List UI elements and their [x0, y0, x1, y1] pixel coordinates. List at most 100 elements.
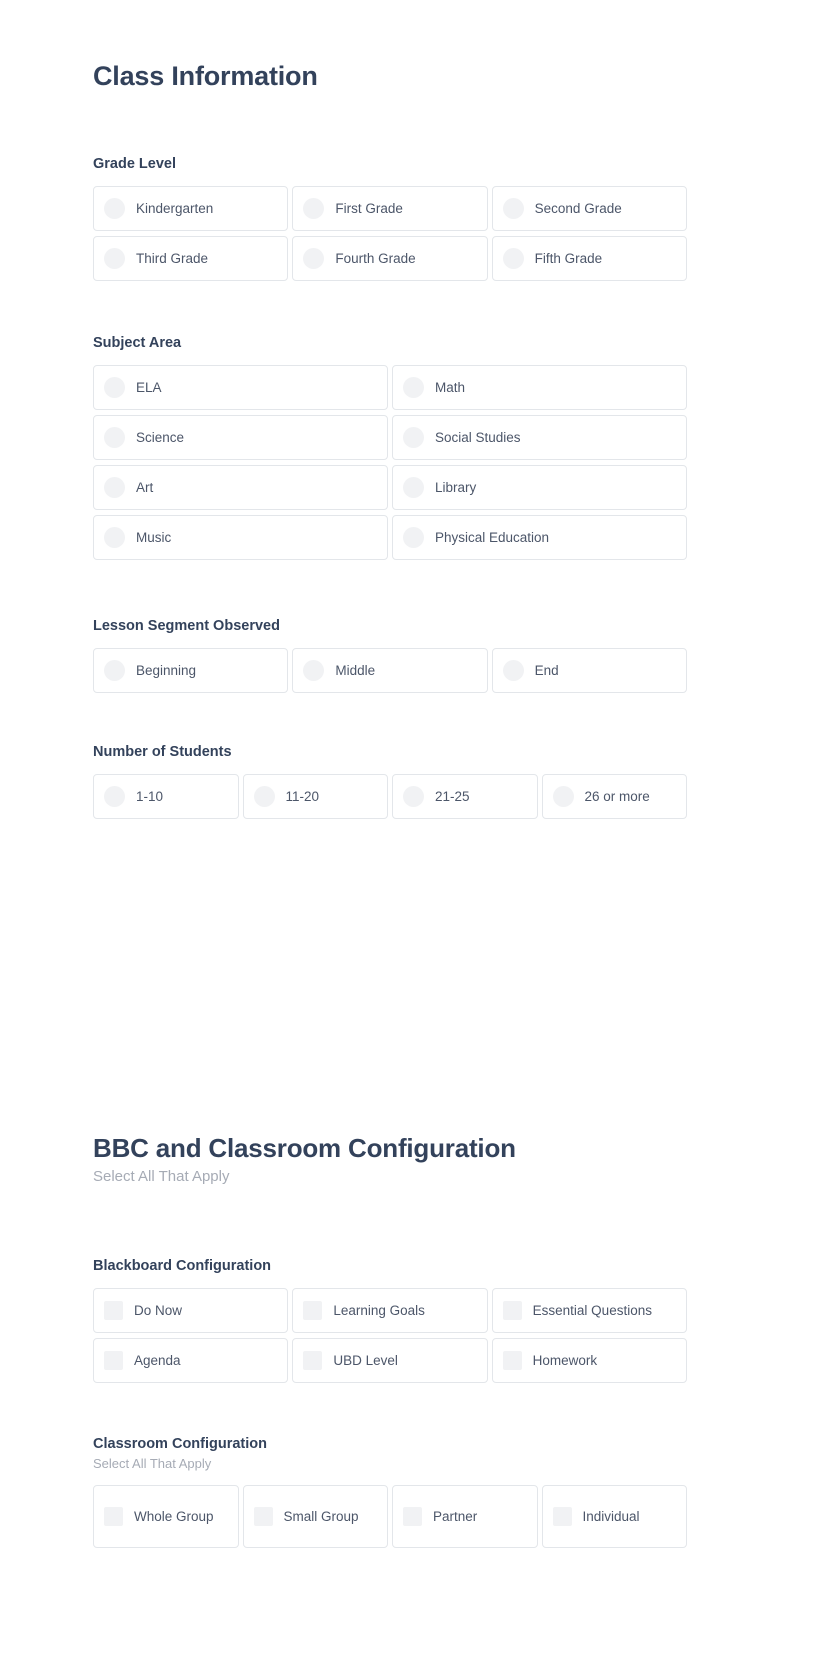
option-small-group[interactable]: Small Group — [242, 1485, 388, 1549]
lesson-segment-label: Lesson Segment Observed — [93, 618, 280, 634]
radio-icon[interactable] — [403, 376, 424, 398]
subject-area-heading: Subject Area — [93, 334, 687, 353]
option-label: Library — [435, 479, 477, 495]
checkbox-icon[interactable] — [502, 1350, 522, 1370]
option-label: 21-25 — [435, 788, 470, 804]
option-library[interactable]: Library — [392, 464, 687, 510]
checkbox-icon[interactable] — [104, 1507, 123, 1527]
radio-icon[interactable] — [104, 197, 125, 219]
option-first-grade[interactable]: First Grade — [292, 185, 488, 231]
class-information-heading-block: Class Information — [93, 60, 318, 92]
option-label: Second Grade — [534, 200, 622, 216]
option-physical-education[interactable]: Physical Education — [392, 514, 687, 560]
option-music[interactable]: Music — [93, 514, 388, 560]
option-agenda[interactable]: Agenda — [93, 1337, 289, 1383]
option-ela[interactable]: ELA — [93, 364, 388, 410]
radio-icon[interactable] — [403, 426, 424, 448]
classroom-configuration-label: Classroom Configuration — [93, 1436, 268, 1452]
option-do-now[interactable]: Do Now — [93, 1287, 289, 1333]
checkbox-icon[interactable] — [253, 1507, 273, 1527]
option-label: Do Now — [134, 1302, 183, 1318]
classroom-configuration-sublabel: Select All That Apply — [93, 1455, 212, 1471]
option-label: Partner — [433, 1508, 478, 1524]
classroom-configuration-options: Whole Group Small Group Partner Individu… — [93, 1485, 687, 1549]
blackboard-configuration-options: Do Now Learning Goals Essential Question… — [93, 1287, 687, 1383]
bbc-section-title: BBC and Classroom Configuration — [93, 1133, 516, 1163]
option-homework[interactable]: Homework — [491, 1337, 687, 1383]
radio-icon[interactable] — [552, 785, 574, 807]
option-science[interactable]: Science — [93, 414, 388, 460]
option-label: Whole Group — [134, 1508, 214, 1524]
radio-icon[interactable] — [303, 197, 325, 219]
option-learning-goals[interactable]: Learning Goals — [292, 1287, 488, 1333]
option-label: Individual — [582, 1508, 640, 1524]
radio-icon[interactable] — [403, 476, 424, 498]
option-label: Physical Education — [435, 529, 550, 545]
checkbox-icon[interactable] — [303, 1300, 323, 1320]
option-individual[interactable]: Individual — [541, 1485, 687, 1549]
checkbox-icon[interactable] — [552, 1507, 572, 1527]
option-fifth-grade[interactable]: Fifth Grade — [491, 235, 687, 281]
radio-icon[interactable] — [502, 197, 524, 219]
option-label: Small Group — [283, 1508, 359, 1524]
radio-icon[interactable] — [403, 526, 424, 548]
number-of-students-options: 1-10 11-20 21-25 26 or more — [93, 773, 687, 819]
lesson-segment-group: Lesson Segment Observed Beginning Middle… — [93, 617, 687, 693]
option-math[interactable]: Math — [392, 364, 687, 410]
form-page: Class Information Grade Level Kindergart… — [0, 0, 840, 1680]
option-label: Music — [136, 529, 172, 545]
grade-level-group: Grade Level Kindergarten First Grade Sec… — [93, 155, 687, 281]
option-label: 26 or more — [584, 788, 650, 804]
radio-icon[interactable] — [502, 247, 524, 269]
subject-area-label: Subject Area — [93, 335, 182, 351]
option-label: Beginning — [136, 662, 197, 678]
option-label: ELA — [136, 379, 162, 395]
subject-area-group: Subject Area ELA Math Science Social Stu… — [93, 334, 687, 560]
option-social-studies[interactable]: Social Studies — [392, 414, 687, 460]
option-essential-questions[interactable]: Essential Questions — [491, 1287, 687, 1333]
radio-icon[interactable] — [253, 785, 275, 807]
subject-area-options: ELA Math Science Social Studies Art Libr… — [93, 364, 687, 560]
option-label: Agenda — [134, 1352, 181, 1368]
option-label: Homework — [532, 1352, 598, 1368]
grade-level-options: Kindergarten First Grade Second Grade Th… — [93, 185, 687, 281]
option-ubd-level[interactable]: UBD Level — [292, 1337, 488, 1383]
radio-icon[interactable] — [104, 376, 125, 398]
radio-icon[interactable] — [104, 426, 125, 448]
radio-icon[interactable] — [104, 785, 125, 807]
option-middle[interactable]: Middle — [292, 647, 488, 693]
option-label: 1-10 — [136, 788, 164, 804]
option-art[interactable]: Art — [93, 464, 388, 510]
checkbox-icon[interactable] — [502, 1300, 522, 1320]
radio-icon[interactable] — [104, 659, 125, 681]
option-11-20[interactable]: 11-20 — [242, 773, 388, 819]
radio-icon[interactable] — [303, 659, 325, 681]
checkbox-icon[interactable] — [104, 1300, 123, 1320]
number-of-students-heading: Number of Students — [93, 743, 687, 762]
checkbox-icon[interactable] — [303, 1350, 323, 1370]
option-label: Math — [435, 379, 466, 395]
radio-icon[interactable] — [104, 476, 125, 498]
option-21-25[interactable]: 21-25 — [392, 773, 538, 819]
option-partner[interactable]: Partner — [392, 1485, 538, 1549]
option-label: 11-20 — [285, 788, 320, 804]
radio-icon[interactable] — [502, 659, 524, 681]
checkbox-icon[interactable] — [403, 1507, 422, 1527]
option-1-10[interactable]: 1-10 — [93, 773, 239, 819]
radio-icon[interactable] — [303, 247, 325, 269]
option-third-grade[interactable]: Third Grade — [93, 235, 289, 281]
radio-icon[interactable] — [104, 247, 125, 269]
option-second-grade[interactable]: Second Grade — [491, 185, 687, 231]
option-fourth-grade[interactable]: Fourth Grade — [292, 235, 488, 281]
option-26-or-more[interactable]: 26 or more — [541, 773, 687, 819]
option-label: Kindergarten — [136, 200, 214, 216]
radio-icon[interactable] — [403, 785, 424, 807]
option-whole-group[interactable]: Whole Group — [93, 1485, 239, 1549]
option-label: Fourth Grade — [335, 250, 416, 266]
checkbox-icon[interactable] — [104, 1350, 123, 1370]
option-end[interactable]: End — [491, 647, 687, 693]
option-beginning[interactable]: Beginning — [93, 647, 289, 693]
option-kindergarten[interactable]: Kindergarten — [93, 185, 289, 231]
bbc-section-subtitle: Select All That Apply — [93, 1168, 230, 1186]
radio-icon[interactable] — [104, 526, 125, 548]
